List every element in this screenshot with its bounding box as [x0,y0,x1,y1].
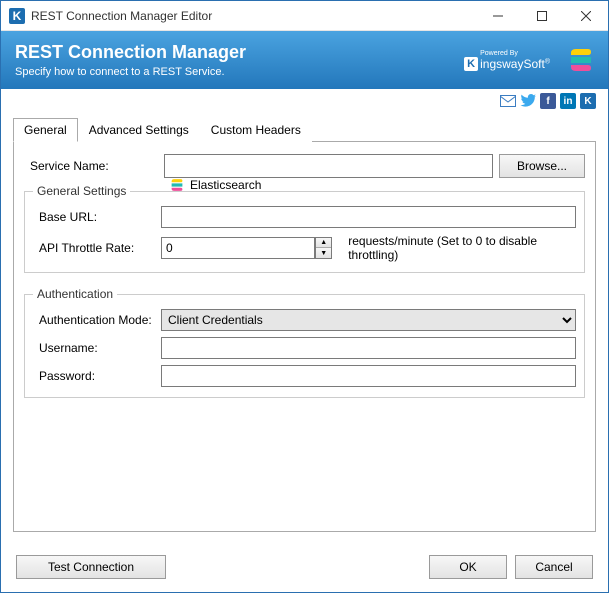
api-throttle-label: API Throttle Rate: [33,241,161,255]
maximize-button[interactable] [520,1,564,31]
elasticsearch-logo [568,47,594,73]
authentication-group: Authentication Authentication Mode: Clie… [24,287,585,398]
general-settings-group: General Settings Base URL: API Throttle … [24,184,585,273]
auth-mode-select[interactable]: Client Credentials [161,309,576,331]
twitter-icon[interactable] [520,93,536,109]
brand-name: ingswaySoft [480,57,545,71]
base-url-input[interactable] [161,206,576,228]
api-throttle-input[interactable] [161,237,315,259]
test-connection-button[interactable]: Test Connection [16,555,166,579]
email-icon[interactable] [500,93,516,109]
titlebar: K REST Connection Manager Editor [1,1,608,31]
general-settings-legend: General Settings [33,184,130,198]
authentication-legend: Authentication [33,287,117,301]
app-icon: K [9,8,25,24]
tab-panel-general: Service Name: Elasticsearch Elasticsearc… [13,142,596,532]
tab-general[interactable]: General [13,118,78,142]
service-name-label: Service Name: [24,159,164,173]
banner: REST Connection Manager Specify how to c… [1,31,608,89]
throttle-hint: requests/minute (Set to 0 to disable thr… [348,234,576,262]
banner-heading: REST Connection Manager [15,42,246,64]
password-input[interactable] [161,365,576,387]
ok-button[interactable]: OK [429,555,507,579]
banner-sub: Specify how to connect to a REST Service… [15,66,246,78]
tab-custom-headers[interactable]: Custom Headers [200,118,312,142]
tabs: General Advanced Settings Custom Headers [13,117,596,142]
powered-by-label: Powered By [480,50,518,57]
base-url-label: Base URL: [33,210,161,224]
kingsway-icon[interactable]: K [580,93,596,109]
svg-text:K: K [13,9,22,23]
throttle-down-button[interactable]: ▼ [316,248,331,258]
minimize-button[interactable] [476,1,520,31]
window-title: REST Connection Manager Editor [31,9,476,23]
facebook-icon[interactable]: f [540,93,556,109]
auth-mode-label: Authentication Mode: [33,313,161,327]
kingswaysoft-logo: Powered By K ingswaySoft® [464,50,550,71]
footer: Test Connection OK Cancel [0,545,609,593]
password-label: Password: [33,369,161,383]
username-label: Username: [33,341,161,355]
tab-advanced[interactable]: Advanced Settings [78,118,200,142]
service-name-select[interactable]: Elasticsearch [164,154,493,178]
close-button[interactable] [564,1,608,31]
cancel-button[interactable]: Cancel [515,555,593,579]
linkedin-icon[interactable]: in [560,93,576,109]
username-input[interactable] [161,337,576,359]
social-bar: f in K [1,89,608,113]
throttle-up-button[interactable]: ▲ [316,238,331,248]
browse-button[interactable]: Browse... [499,154,585,178]
